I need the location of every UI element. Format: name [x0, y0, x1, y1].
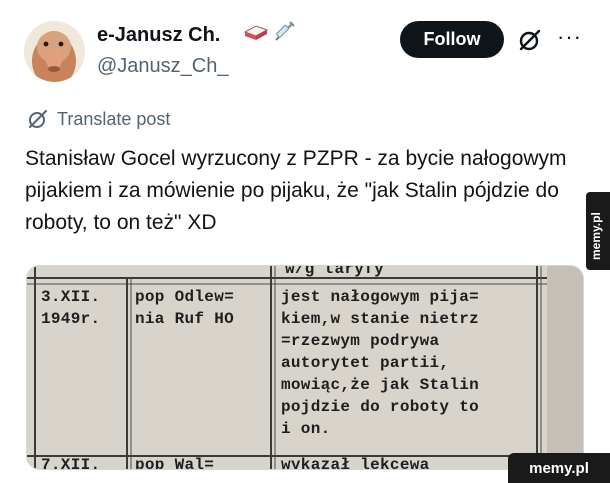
grok-icon[interactable]	[517, 27, 543, 53]
doc-text-line: wykazał lekcewa	[281, 456, 430, 470]
translate-icon	[29, 110, 47, 128]
translate-label: Translate post	[57, 108, 171, 129]
watermark-side: memy.pl	[586, 192, 610, 270]
avatar[interactable]	[24, 21, 85, 82]
profile-badges	[242, 20, 296, 44]
doc-text-line: 3.XII.	[41, 288, 101, 306]
syringe-icon	[275, 21, 295, 41]
watermark-bottom: memy.pl	[508, 453, 610, 483]
doc-text-line: kiem,w stanie nietrz	[281, 310, 480, 328]
avatar-image	[24, 21, 85, 82]
doc-text-line: pojdzie do roboty to	[281, 398, 480, 416]
doc-text-line: 1949r.	[41, 310, 101, 328]
display-name[interactable]: e-Janusz Ch.	[97, 24, 220, 47]
follow-button[interactable]: Follow	[400, 21, 504, 58]
flag-poland-icon	[243, 25, 269, 40]
doc-text-line: 7.XII.	[41, 456, 101, 470]
doc-text-line: jest nałogowym pija=	[281, 288, 480, 306]
watermark-side-label: memy.pl	[589, 212, 603, 260]
doc-text-line: i on.	[281, 420, 331, 438]
post-image[interactable]: w/g taryfy 3.XII. 1949r. pop Odlew= nia …	[26, 265, 584, 470]
author-handle[interactable]: @Janusz_Ch_	[97, 55, 228, 78]
post-text: Stanisław Gocel wyrzucony z PZPR - za by…	[25, 147, 567, 234]
doc-text-line: =rzezwym podrywa	[281, 332, 440, 350]
doc-text-line: autorytet partii,	[281, 354, 450, 372]
more-icon[interactable]: ···	[557, 26, 582, 48]
doc-text-line: nia Ruf HO	[135, 310, 235, 328]
doc-text-line: pop Wal=	[135, 456, 215, 470]
doc-text-line: w/g taryfy	[285, 265, 385, 278]
doc-text-line: pop Odlew=	[135, 288, 235, 306]
translate-post-link[interactable]: Translate post	[27, 108, 170, 130]
doc-text-line: mowiąc,że jak Stalin	[281, 376, 480, 394]
